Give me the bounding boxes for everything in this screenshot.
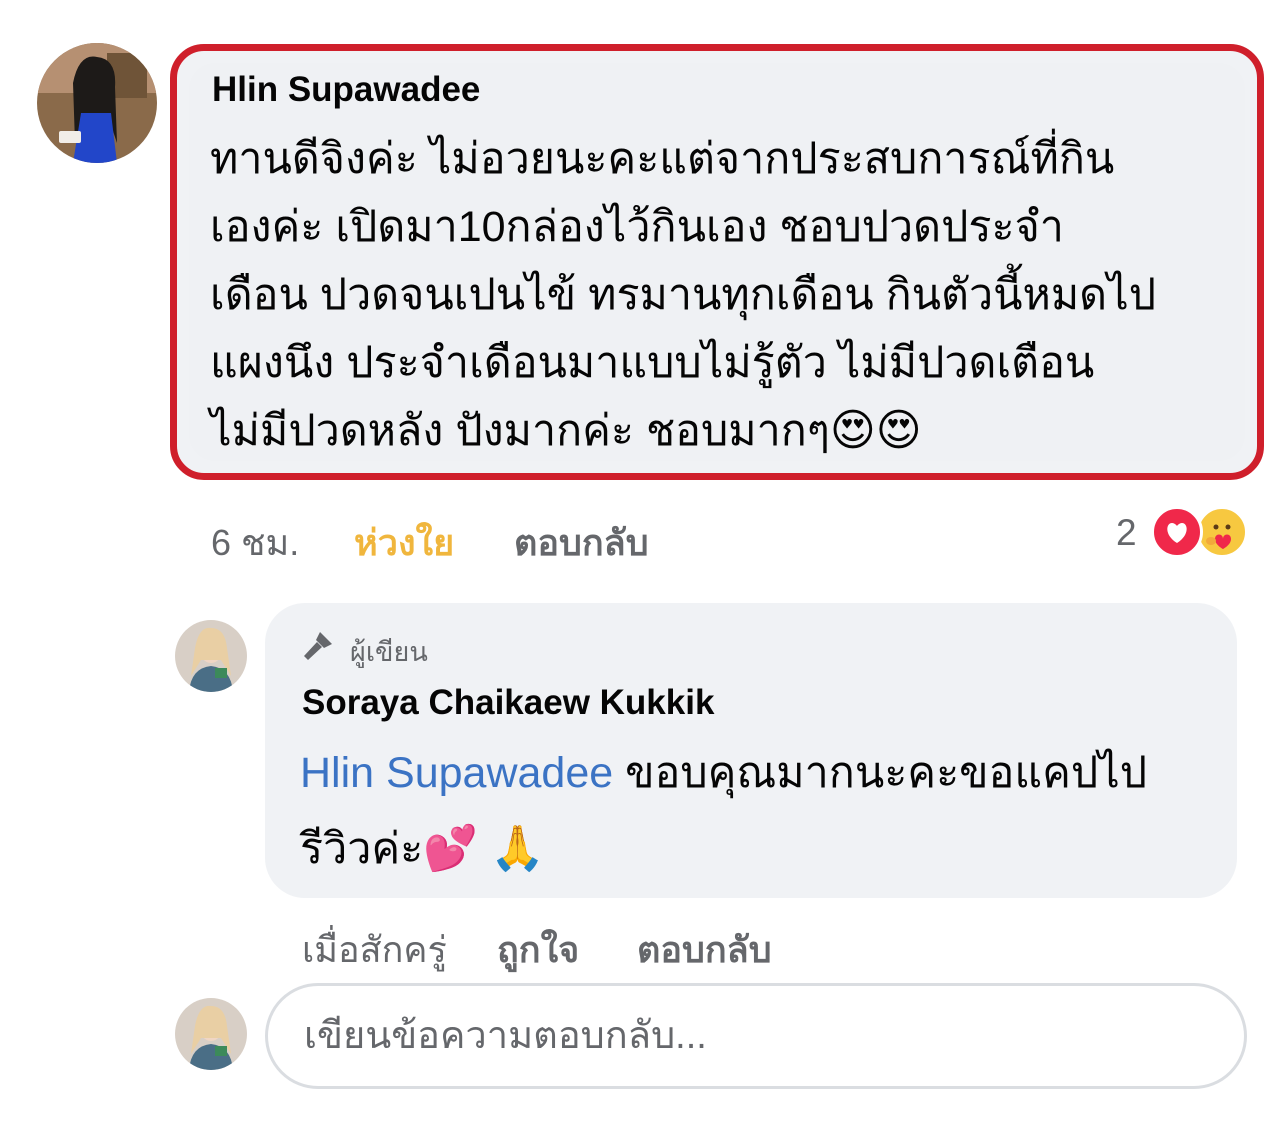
commenter-avatar[interactable]: [37, 43, 157, 163]
comment-text: ทานดีจิงค่ะ ไม่อวยนะคะแต่จากประสบการณ์ที…: [210, 125, 1220, 465]
care-reaction-button[interactable]: ห่วงใย: [354, 514, 454, 571]
comment-timestamp[interactable]: 6 ชม.: [211, 514, 299, 571]
microphone-icon: [300, 628, 336, 664]
like-button[interactable]: ถูกใจ: [497, 921, 579, 978]
reply-author-name[interactable]: Soraya Chaikaew Kukkik: [302, 683, 714, 723]
heart-pray-emoji: 💕 🙏: [423, 824, 546, 873]
compose-avatar: [175, 998, 247, 1070]
reply-text-part: รีวิวค่ะ: [300, 825, 424, 873]
comment-line-last: ไม่มีปวดหลัง ปังมากค่ะ ชอบมากๆ😍😍: [210, 397, 1220, 465]
reaction-count[interactable]: 2: [1116, 512, 1137, 554]
reply-compose-box[interactable]: [265, 983, 1247, 1089]
reply-author-avatar[interactable]: [175, 620, 247, 692]
reply-timestamp[interactable]: เมื่อสักครู่: [302, 921, 447, 978]
reply-to-reply-button[interactable]: ตอบกลับ: [637, 921, 772, 978]
reply-button[interactable]: ตอบกลับ: [514, 514, 649, 571]
comment-line: ทานดีจิงค่ะ ไม่อวยนะคะแต่จากประสบการณ์ที…: [210, 135, 1115, 183]
reply-line-2: รีวิวค่ะ💕 🙏: [300, 811, 1220, 887]
care-icon[interactable]: [1196, 506, 1248, 558]
author-badge-label: ผู้เขียน: [350, 637, 428, 667]
reply-text: Hlin Supawadee ขอบคุณมากนะคะขอแคปไป รีวิ…: [300, 735, 1220, 887]
comment-line: แผงนึง ประจำเดือนมาแบบไม่รู้ตัว ไม่มีปวด…: [210, 339, 1095, 387]
heart-eyes-emoji: 😍😍: [829, 406, 922, 455]
mention-link[interactable]: Hlin Supawadee: [300, 749, 613, 797]
love-icon[interactable]: [1151, 506, 1203, 558]
reply-compose-input[interactable]: [302, 1006, 1206, 1066]
comment-line: เดือน ปวดจนเปนไข้ ทรมานทุกเดือน กินตัวนี…: [210, 271, 1157, 319]
comment-author-name[interactable]: Hlin Supawadee: [212, 70, 480, 110]
reply-line-1: Hlin Supawadee ขอบคุณมากนะคะขอแคปไป: [300, 735, 1220, 811]
reply-text-part: ขอบคุณมากนะคะขอแคปไป: [613, 749, 1148, 797]
comment-line: เองค่ะ เปิดมา10กล่องไว้กินเอง ชอบปวดประจ…: [210, 203, 1064, 251]
comment-line: ไม่มีปวดหลัง ปังมากค่ะ ชอบมากๆ: [210, 407, 830, 455]
